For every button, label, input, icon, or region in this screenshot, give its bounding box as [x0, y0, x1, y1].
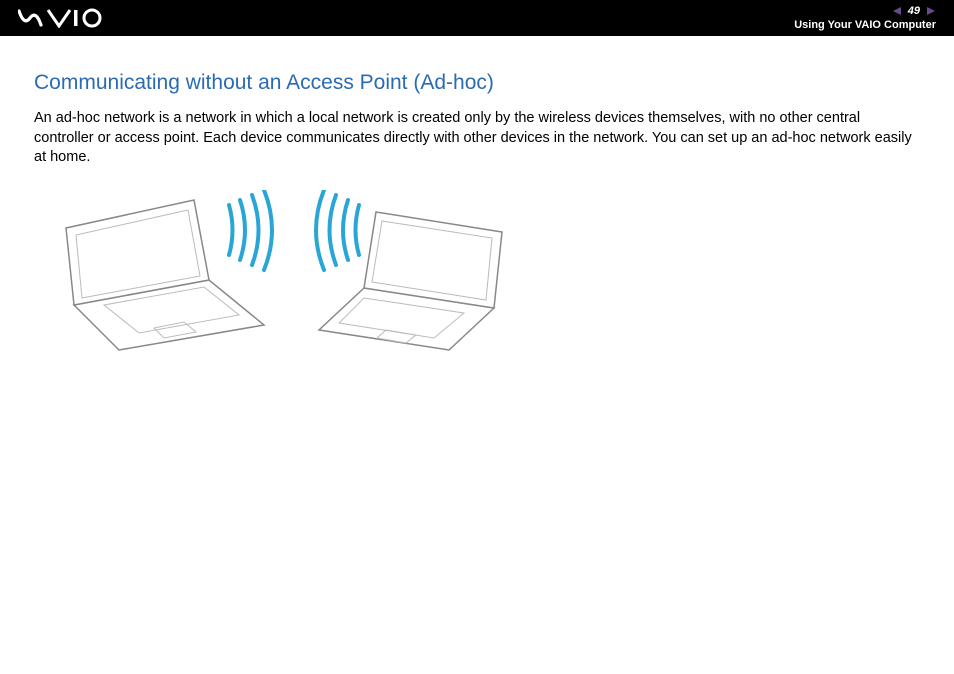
wifi-waves-right-icon — [316, 190, 359, 270]
laptop-left-icon — [66, 200, 264, 350]
body-paragraph: An ad-hoc network is a network in which … — [34, 109, 920, 168]
page-nav: 49 — [892, 5, 936, 17]
header-bar: 49 Using Your VAIO Computer — [0, 0, 954, 36]
laptop-right-icon — [319, 212, 502, 350]
section-label: Using Your VAIO Computer — [794, 19, 936, 31]
header-right: 49 Using Your VAIO Computer — [794, 5, 936, 31]
vaio-logo — [18, 8, 108, 28]
adhoc-network-illustration — [64, 190, 920, 360]
prev-page-arrow-icon[interactable] — [892, 6, 902, 16]
wifi-waves-left-icon — [229, 190, 272, 270]
page-content: Communicating without an Access Point (A… — [0, 36, 954, 360]
page-number: 49 — [908, 5, 920, 17]
next-page-arrow-icon[interactable] — [926, 6, 936, 16]
section-heading: Communicating without an Access Point (A… — [34, 71, 920, 95]
